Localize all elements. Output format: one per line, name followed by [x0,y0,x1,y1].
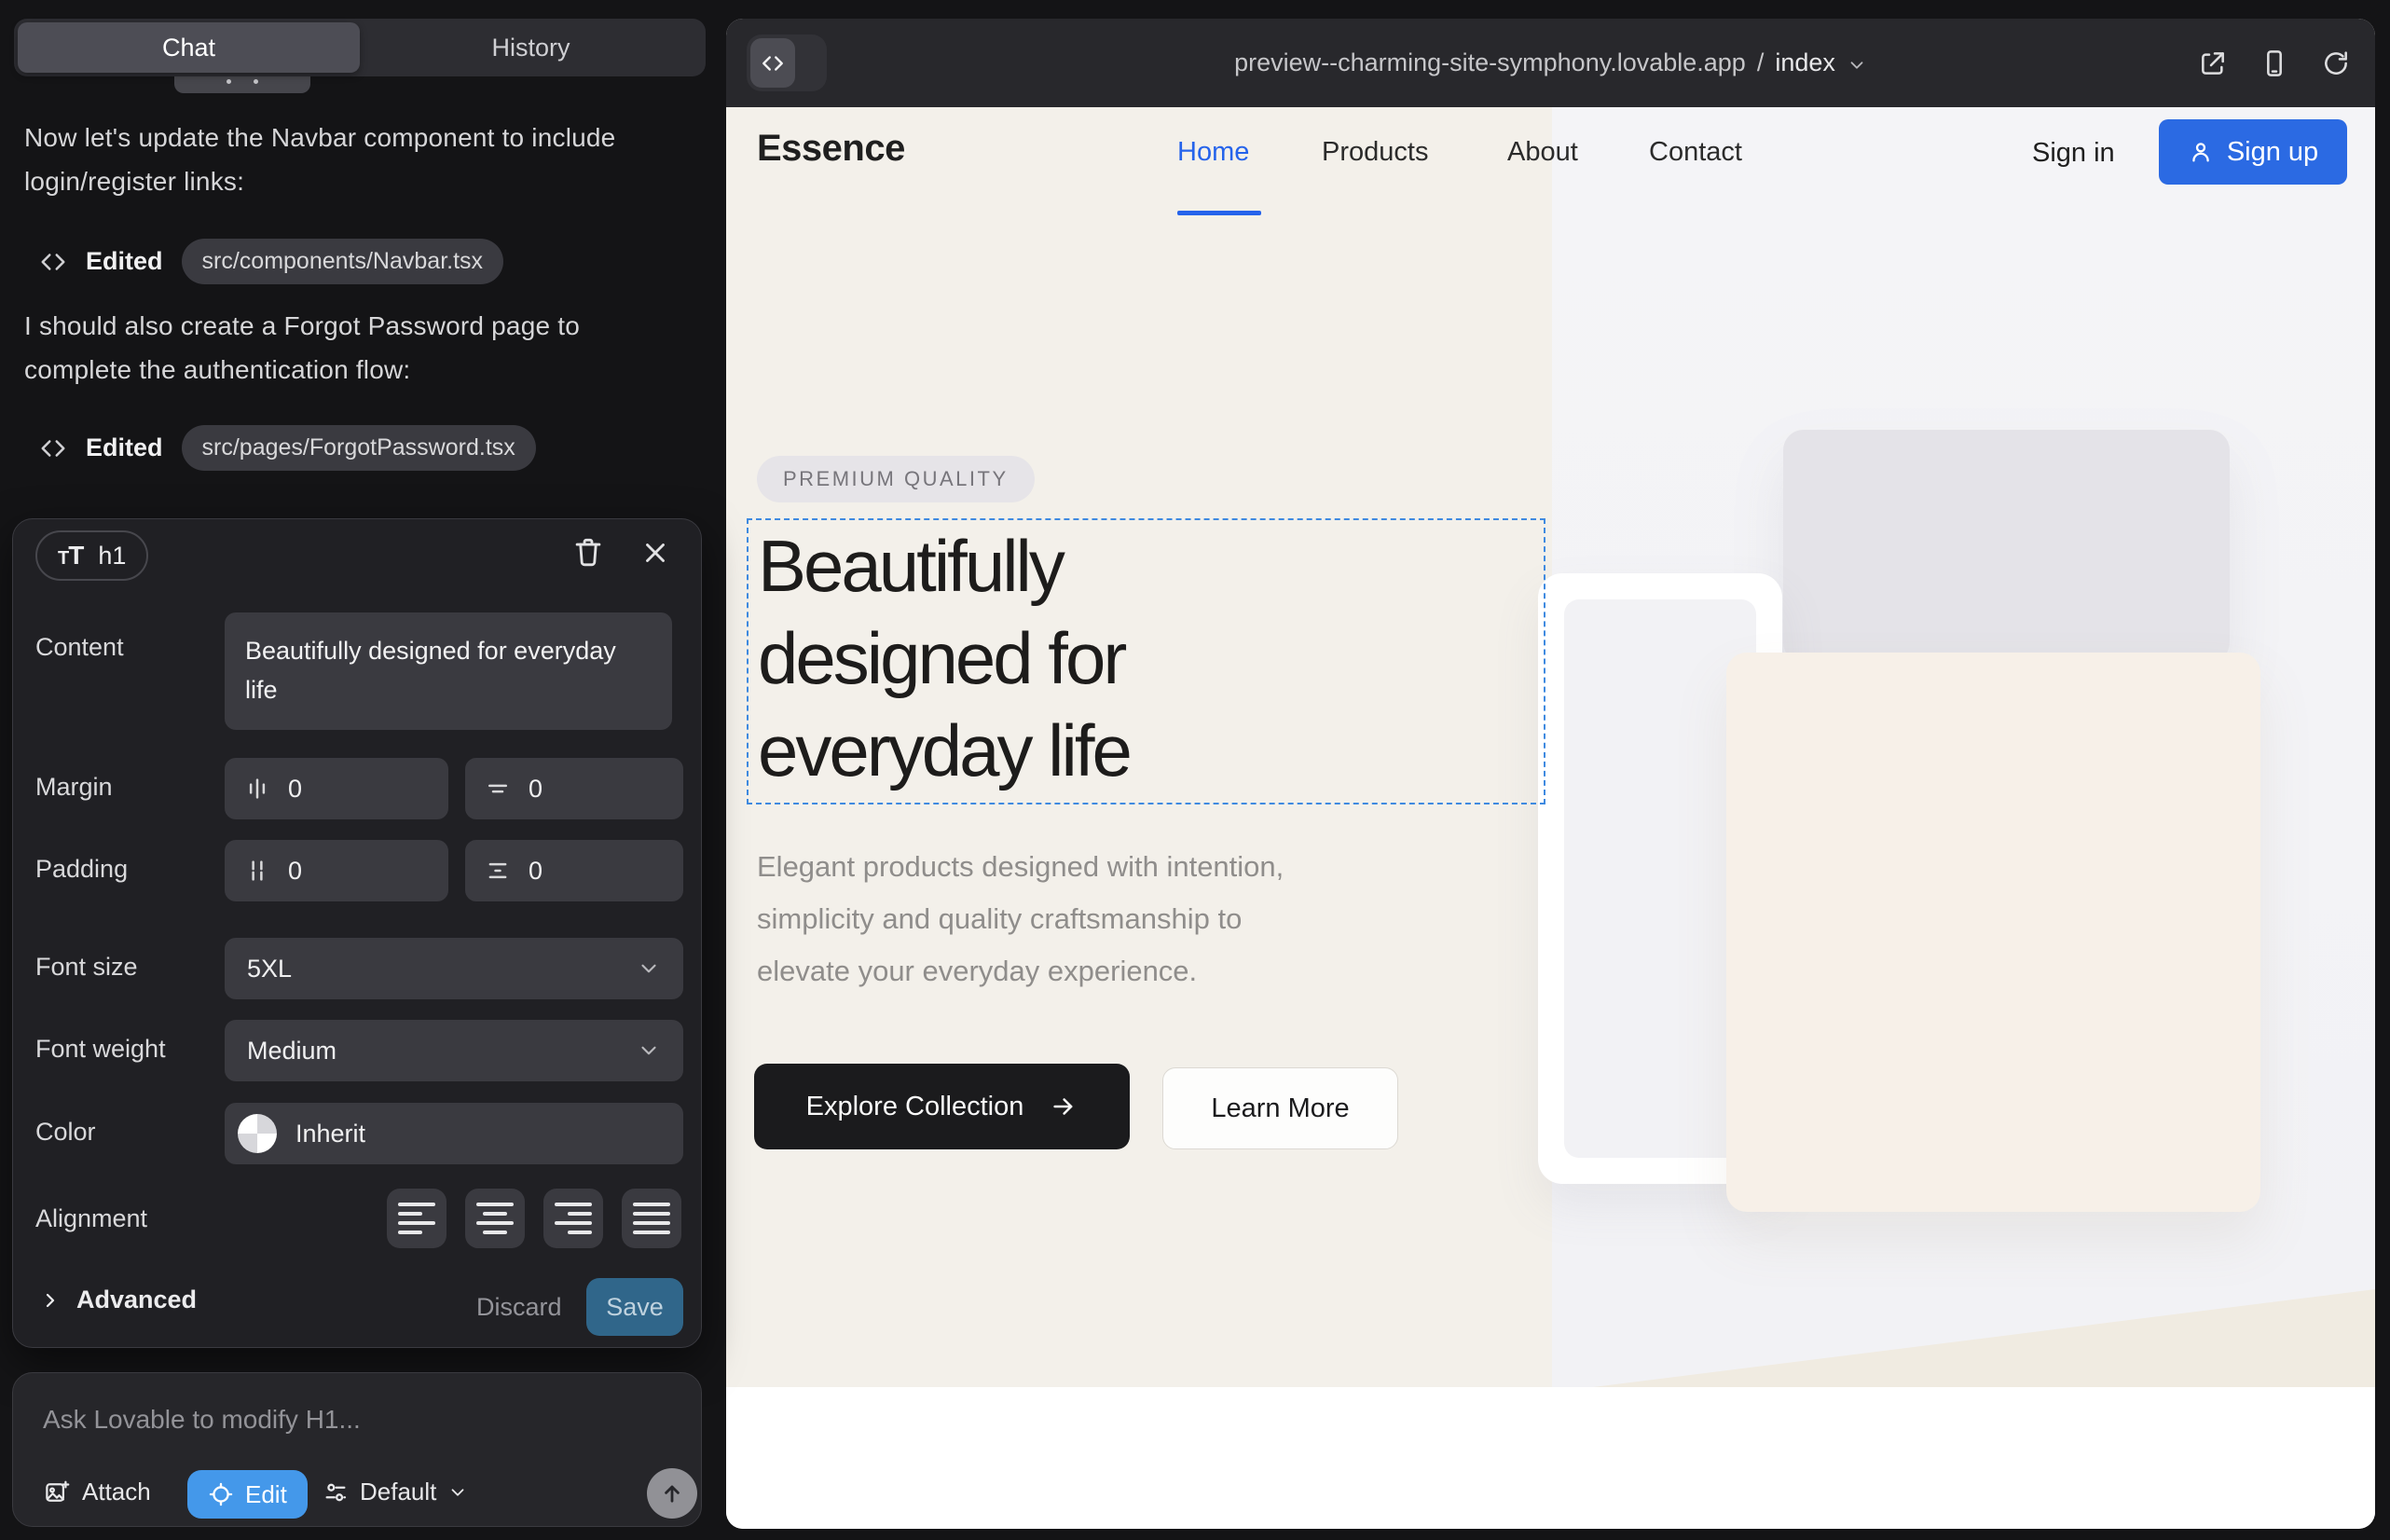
hero-section: Essence Home Products About Contact Sign… [726,107,2375,1387]
code-icon [39,434,67,462]
margin-label: Margin [35,773,113,802]
delete-element-button[interactable] [570,534,606,570]
tab-history[interactable]: History [360,22,702,73]
edited-file-chip[interactable]: src/components/Navbar.tsx [182,239,504,284]
hero-headline: Beautifully designed for everyday life [758,520,1130,797]
user-icon [2188,139,2214,165]
chat-message: Now let's update the Navbar component to… [24,116,654,203]
padding-y-input[interactable]: 0 [465,840,683,901]
padding-label: Padding [35,855,128,884]
sign-up-button[interactable]: Sign up [2159,119,2347,185]
alignment-buttons [387,1189,681,1248]
site-preview: Essence Home Products About Contact Sign… [726,107,2375,1529]
arrow-up-icon [659,1480,685,1506]
margin-horizontal-icon [243,775,271,803]
color-picker[interactable]: Inherit [225,1103,683,1164]
padding-vertical-icon [484,857,512,885]
prompt-input[interactable]: Ask Lovable to modify H1... [43,1405,361,1435]
sidebar: Chat History Now let's update the Navbar… [0,0,726,1540]
premium-quality-badge: PREMIUM QUALITY [757,456,1035,502]
topbar-actions [2198,19,2351,107]
active-nav-underline [1177,211,1261,215]
alignment-label: Alignment [35,1204,147,1233]
margin-x-input[interactable]: 0 [225,758,448,819]
sliders-icon [323,1479,349,1506]
edited-file-row: Edited src/components/Navbar.tsx [39,239,503,284]
arrow-right-icon [1050,1093,1078,1121]
image-plus-icon [43,1478,71,1506]
edited-file-row: Edited src/pages/ForgotPassword.tsx [39,425,536,471]
advanced-toggle[interactable]: Advanced [39,1286,197,1314]
type-icon: TT [58,541,83,571]
edited-label: Edited [86,433,163,462]
target-icon [208,1481,234,1507]
chevron-right-icon [39,1289,62,1312]
url-separator: / [1757,48,1765,77]
save-button[interactable]: Save [586,1278,683,1336]
nav-link-products[interactable]: Products [1322,137,1428,168]
chat-history-tabs: Chat History [14,19,706,76]
edit-mode-button[interactable]: Edit [187,1470,308,1519]
url-bar[interactable]: preview--charming-site-symphony.lovable.… [726,19,2375,107]
align-left-button[interactable] [387,1189,446,1248]
learn-more-button[interactable]: Learn More [1162,1067,1398,1149]
color-swatch [238,1114,277,1153]
discard-button[interactable]: Discard [476,1278,562,1336]
scrolled-chip-peek[interactable] [174,76,310,93]
element-inspector-panel: TT h1 Content Beautifully designed for e… [12,518,702,1348]
chevron-down-icon [1847,55,1867,76]
model-selector[interactable]: Default [323,1478,468,1506]
url-path: index [1775,48,1835,77]
font-size-label: Font size [35,953,138,982]
margin-vertical-icon [484,775,512,803]
preview-topbar: preview--charming-site-symphony.lovable.… [726,19,2375,107]
padding-horizontal-icon [243,857,271,885]
align-center-button[interactable] [465,1189,525,1248]
chevron-down-icon [637,1038,661,1063]
decorative-card-gray [1783,430,2230,663]
font-weight-label: Font weight [35,1035,166,1064]
nav-link-home[interactable]: Home [1177,137,1249,168]
color-label: Color [35,1118,96,1147]
refresh-icon[interactable] [2321,48,2351,78]
decorative-card-cream [1726,653,2260,1212]
align-right-button[interactable] [543,1189,603,1248]
hero-paragraph: Elegant products designed with intention… [757,841,1284,997]
align-justify-button[interactable] [622,1189,681,1248]
code-icon [39,248,67,276]
send-button[interactable] [647,1468,697,1519]
element-tag: h1 [98,542,126,571]
font-size-select[interactable]: 5XL [225,938,683,999]
chevron-down-icon [447,1482,468,1503]
content-textarea[interactable]: Beautifully designed for everyday life [225,612,672,730]
h1-selection-box[interactable]: Beautifully designed for everyday life [747,518,1545,804]
prompt-composer: Ask Lovable to modify H1... Attach Edit … [12,1372,702,1527]
content-label: Content [35,633,124,662]
preview-window: preview--charming-site-symphony.lovable.… [726,19,2375,1529]
edited-label: Edited [86,247,163,276]
chevron-down-icon [637,956,661,981]
close-icon[interactable] [639,537,671,569]
sign-in-link[interactable]: Sign in [2032,138,2115,169]
font-weight-select[interactable]: Medium [225,1020,683,1081]
chat-message: I should also create a Forgot Password p… [24,304,654,392]
margin-y-input[interactable]: 0 [465,758,683,819]
mobile-view-icon[interactable] [2260,48,2289,78]
url-host: preview--charming-site-symphony.lovable.… [1234,48,1746,77]
attach-button[interactable]: Attach [43,1478,151,1506]
edited-file-chip[interactable]: src/pages/ForgotPassword.tsx [182,425,536,471]
site-logo[interactable]: Essence [757,128,905,170]
selected-element-chip: TT h1 [35,530,148,581]
padding-x-input[interactable]: 0 [225,840,448,901]
nav-link-contact[interactable]: Contact [1649,137,1742,168]
nav-link-about[interactable]: About [1507,137,1578,168]
tab-chat[interactable]: Chat [18,22,360,73]
explore-collection-button[interactable]: Explore Collection [754,1064,1130,1149]
open-external-icon[interactable] [2198,48,2228,78]
